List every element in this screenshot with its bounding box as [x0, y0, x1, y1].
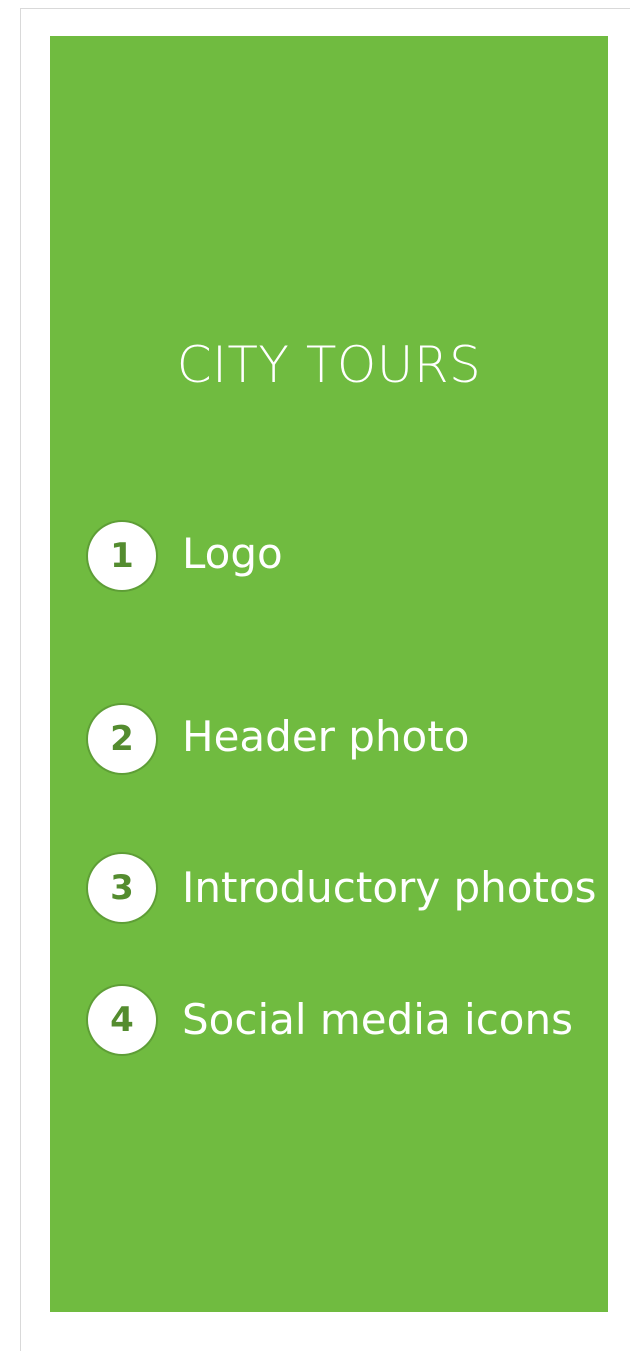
list-item-label: Social media icons — [182, 995, 574, 1044]
number-badge: 4 — [88, 986, 156, 1054]
list-item-label: Logo — [182, 529, 283, 578]
number-badge: 1 — [88, 522, 156, 590]
number-badge: 2 — [88, 705, 156, 773]
panel-title: CITY TOURS — [176, 336, 482, 394]
list-item-label: Header photo — [182, 712, 470, 761]
list-item-label: Introductory photos — [182, 863, 597, 912]
content-panel: CITY TOURS 1 Logo 2 Header photo 3 Intro… — [50, 36, 608, 1312]
number-badge: 3 — [88, 854, 156, 922]
